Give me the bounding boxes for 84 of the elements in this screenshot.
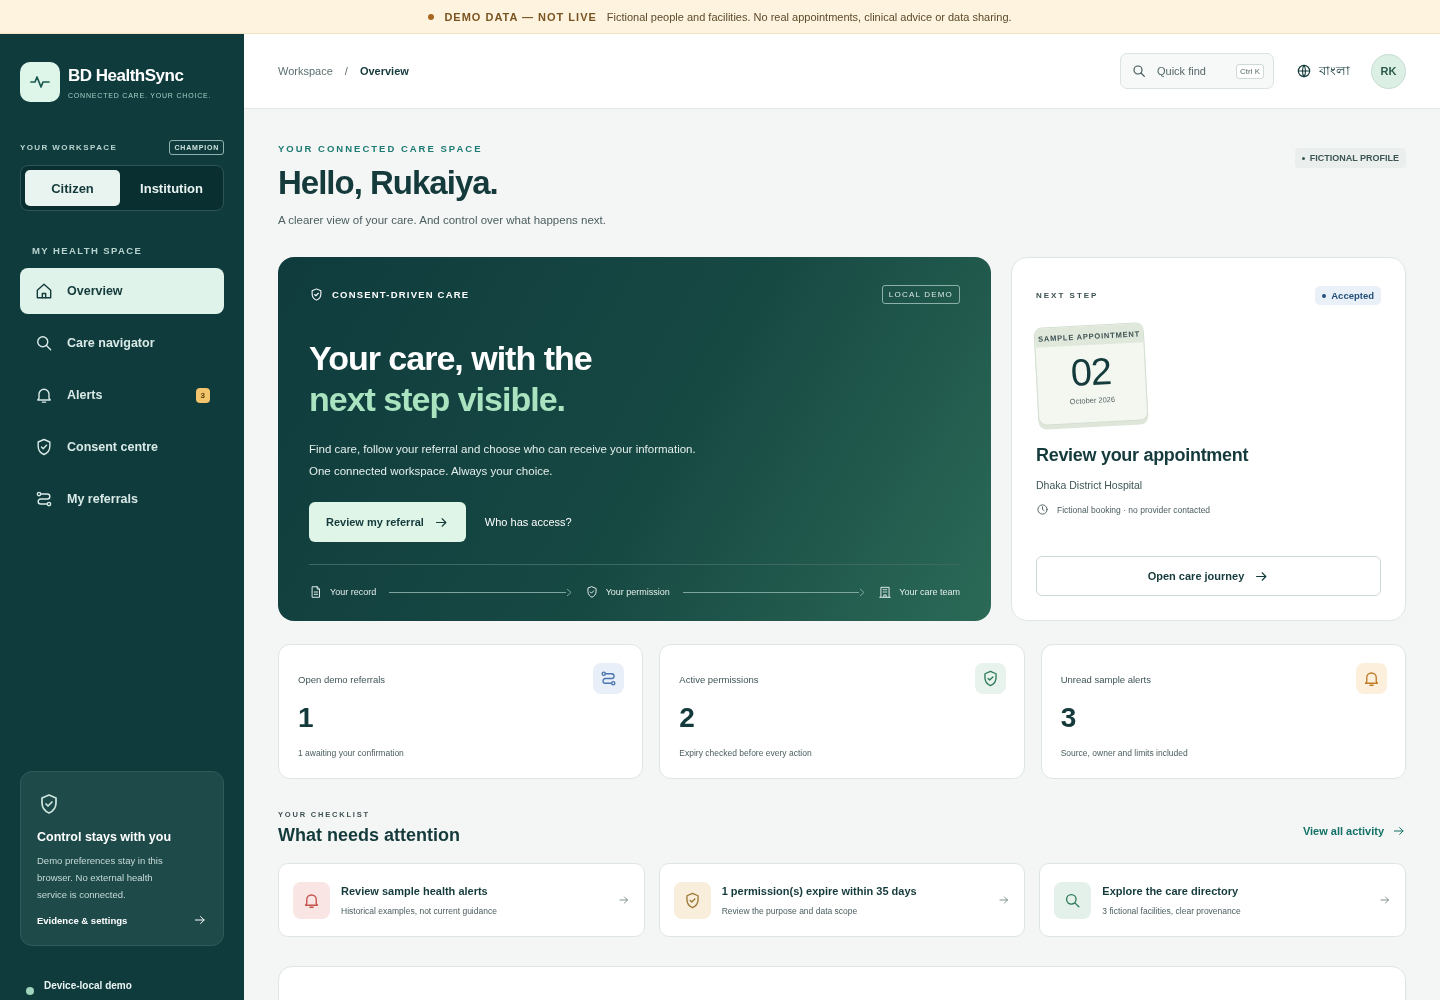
section-label: NEXT STEP <box>1036 291 1099 300</box>
search-icon <box>1131 63 1147 79</box>
stat-value: 1 <box>298 702 315 734</box>
arrow-icon <box>193 913 207 927</box>
activity-link[interactable]: View all activity <box>1302 824 1406 838</box>
search-icon <box>34 333 54 353</box>
item-text: 3 fictional facilities, clear provenance <box>1102 905 1242 916</box>
user-avatar[interactable]: RK <box>1371 53 1406 89</box>
workspace-label: YOUR WORKSPACE <box>20 143 118 152</box>
checklist-item[interactable]: Review sample health alerts Historical examples, not current guidance <box>278 863 645 937</box>
nav-item[interactable]: My referrals <box>20 476 224 522</box>
nav-item[interactable]: Consent centre <box>20 424 224 470</box>
route-icon <box>34 489 54 509</box>
nav-item[interactable]: Alerts 3 <box>20 372 224 418</box>
globe-icon <box>1296 63 1312 79</box>
shortcut-key: Ctrl K <box>1236 64 1264 79</box>
settings-link[interactable]: Evidence & settings <box>37 913 207 927</box>
brand-name: BD HealthSync <box>68 65 185 86</box>
count-badge: 3 <box>195 387 210 403</box>
home-icon <box>34 281 54 301</box>
shield-check-icon <box>584 585 599 599</box>
document-icon <box>309 585 323 599</box>
calendar-day: 02 <box>1035 348 1146 397</box>
checklist-item[interactable]: Explore the care directory 3 fictional facilities, clear provenance <box>1039 863 1406 937</box>
status-dot <box>428 13 435 20</box>
building-icon <box>878 585 893 599</box>
stat-note: Expiry checked before every action <box>679 748 813 758</box>
language-button[interactable]: বাংলা <box>1290 59 1356 83</box>
arrow-icon <box>1392 824 1406 838</box>
item-title: Explore the care directory <box>1102 884 1240 897</box>
status-dot <box>26 987 34 995</box>
status-badge: Accepted <box>1315 286 1381 305</box>
logo-icon <box>20 62 60 102</box>
demo-label: DEMO DATA — NOT LIVE <box>444 10 597 23</box>
flow-step: Your care team <box>899 587 960 597</box>
checklist-item[interactable]: 1 permission(s) expire within 35 days Review the purpose and data scope <box>658 863 1026 937</box>
flow-step: Your permission <box>605 587 670 597</box>
stat-note: Source, owner and limits included <box>1060 748 1189 758</box>
item-title: 1 permission(s) expire within 35 days <box>721 884 918 897</box>
device-status: Device-local demo <box>44 979 132 991</box>
profile-badge: FICTIONAL PROFILE <box>1294 148 1406 168</box>
appointment-title: Review your appointment <box>1036 445 1250 466</box>
hero-title: Your care, with the next step visible. <box>309 338 593 420</box>
item-title: Review sample health alerts <box>341 884 489 897</box>
demo-badge: LOCAL DEMO <box>881 285 960 304</box>
hero-text: One connected workspace. Always your choice. <box>309 464 554 479</box>
greeting-subtitle: A clearer view of your care. And control over what happens next. <box>278 214 606 226</box>
shield-check-icon <box>34 437 54 457</box>
arrow-icon <box>617 894 630 906</box>
bell-icon <box>1362 669 1381 688</box>
nav-item[interactable]: Overview <box>20 268 224 314</box>
greeting-title: Hello, Rukaiya. <box>278 164 499 202</box>
section-title: What needs attention <box>278 825 460 846</box>
access-link[interactable]: Who has access? <box>484 516 572 528</box>
stat-label: Unread sample alerts <box>1060 674 1151 685</box>
stat-label: Active permissions <box>679 674 759 685</box>
clock-icon <box>1036 503 1049 516</box>
breadcrumb-item[interactable]: Workspace <box>278 65 333 77</box>
stat-value: 3 <box>1060 702 1078 734</box>
stat-note: 1 awaiting your confirmation <box>298 748 405 758</box>
review-referral-button[interactable]: Review my referral <box>309 502 466 542</box>
care-journey-button[interactable]: Open care journey <box>1036 556 1381 596</box>
hospital-name: Dhaka District Hospital <box>1036 479 1144 491</box>
arrow-icon <box>998 894 1011 906</box>
hero-text: Find care, follow your referral and choose who can receive your information. <box>309 442 697 457</box>
hero-tag: CONSENT-DRIVEN CARE <box>332 289 470 300</box>
nav-item[interactable]: Care navigator <box>20 320 224 366</box>
eyebrow-label: YOUR CONNECTED CARE SPACE <box>278 143 484 154</box>
item-text: Historical examples, not current guidance <box>341 905 498 916</box>
mode-tab[interactable]: Institution <box>124 170 219 206</box>
stat-value: 2 <box>679 702 696 734</box>
nav-heading: MY HEALTH SPACE <box>32 245 144 256</box>
booking-note: Fictional booking · no provider contacted <box>1057 504 1211 515</box>
banner-text: Fictional people and facilities. No real appointments, clinical advice or data sharing. <box>606 10 1012 23</box>
card-text: Demo preferences stay in this browser. No external health service is connected. <box>37 854 164 902</box>
breadcrumb-separator: / <box>344 65 348 77</box>
arrow-icon <box>1379 894 1391 906</box>
shield-check-icon <box>309 287 324 302</box>
flow-step: Your record <box>330 587 377 597</box>
mode-tab[interactable]: Citizen <box>25 170 120 206</box>
breadcrumb-item: Overview <box>359 65 409 77</box>
card-title: Control stays with you <box>37 830 173 844</box>
item-text: Review the purpose and data scope <box>721 905 859 916</box>
stat-label: Open demo referrals <box>298 674 386 685</box>
